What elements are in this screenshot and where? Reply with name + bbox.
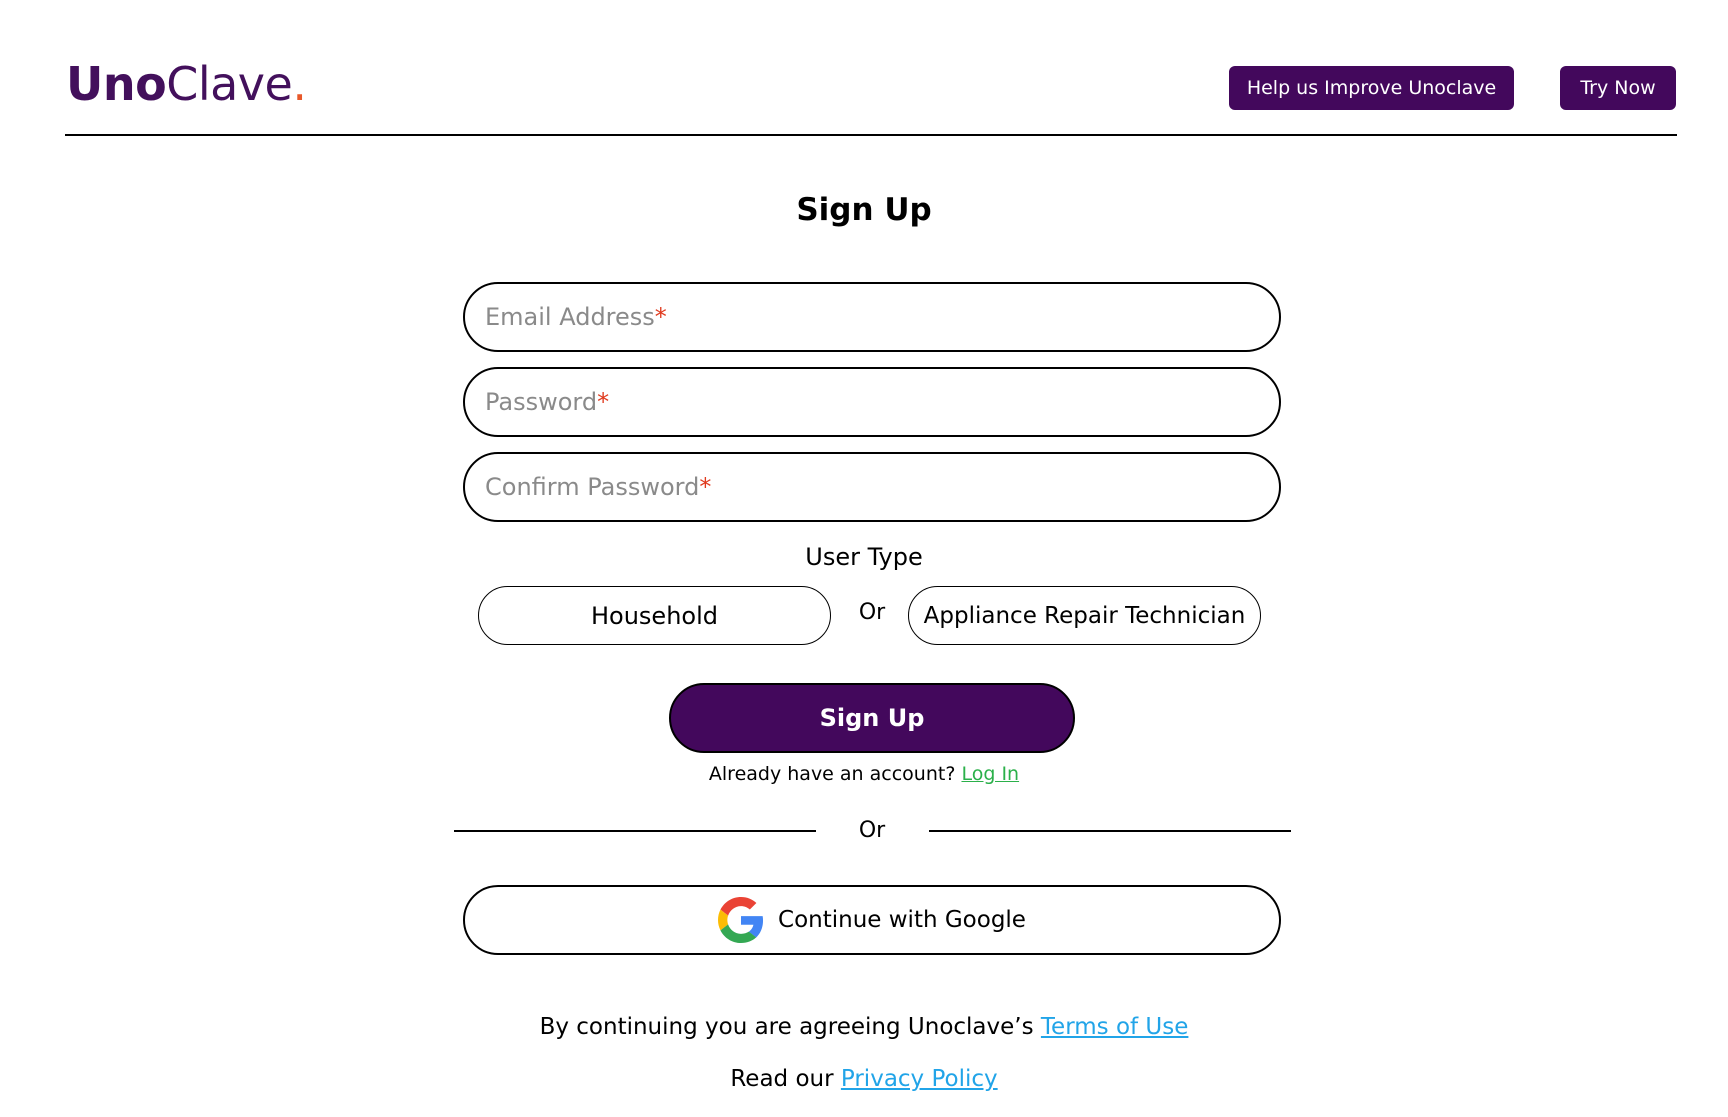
unoclave-logo[interactable]: UnoClave. xyxy=(66,56,307,112)
privacy-notice: Read our Privacy Policy xyxy=(0,1062,1728,1096)
page-title: Sign Up xyxy=(796,192,932,228)
login-prompt: Already have an account? Log In xyxy=(0,760,1728,788)
google-icon xyxy=(718,897,764,943)
logo-text-clave: Clave xyxy=(166,57,293,111)
header-divider xyxy=(65,134,1677,136)
terms-prefix-text: By continuing you are agreeing Unoclave’… xyxy=(539,1014,1034,1040)
confirm-password-field[interactable]: Confirm Password * xyxy=(463,452,1281,522)
sign-up-button[interactable]: Sign Up xyxy=(669,683,1075,753)
logo-text-uno: Uno xyxy=(66,57,167,111)
help-improve-button[interactable]: Help us Improve Unoclave xyxy=(1229,66,1514,110)
user-type-or-text: Or xyxy=(858,600,886,625)
password-placeholder: Password xyxy=(485,388,598,416)
terms-of-use-link[interactable]: Terms of Use xyxy=(1041,1014,1189,1040)
confirm-password-placeholder: Confirm Password xyxy=(485,473,700,501)
log-in-link[interactable]: Log In xyxy=(961,763,1019,785)
required-asterisk: * xyxy=(654,303,667,331)
password-field[interactable]: Password * xyxy=(463,367,1281,437)
privacy-prefix-text: Read our xyxy=(730,1066,834,1092)
try-now-button[interactable]: Try Now xyxy=(1560,66,1676,110)
user-type-technician-button[interactable]: Appliance Repair Technician xyxy=(908,586,1261,645)
divider-line-left xyxy=(454,830,816,832)
continue-with-google-button[interactable]: Continue with Google xyxy=(463,885,1281,955)
terms-notice: By continuing you are agreeing Unoclave’… xyxy=(0,1010,1728,1044)
already-have-account-text: Already have an account? xyxy=(708,763,956,785)
google-button-label: Continue with Google xyxy=(778,907,1026,933)
required-asterisk: * xyxy=(597,388,610,416)
user-type-label: User Type xyxy=(805,543,923,571)
divider-line-right xyxy=(929,830,1291,832)
email-placeholder: Email Address xyxy=(485,303,655,331)
required-asterisk: * xyxy=(699,473,712,501)
logo-dot: . xyxy=(292,57,307,111)
privacy-policy-link[interactable]: Privacy Policy xyxy=(841,1066,998,1092)
divider-or-text: Or xyxy=(858,818,886,843)
email-field[interactable]: Email Address * xyxy=(463,282,1281,352)
user-type-household-button[interactable]: Household xyxy=(478,586,831,645)
